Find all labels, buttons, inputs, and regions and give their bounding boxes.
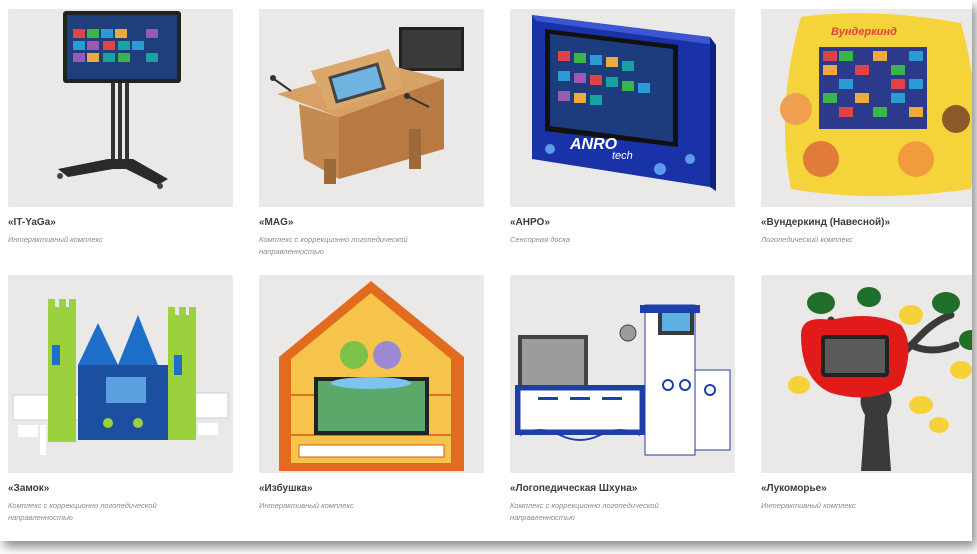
speech-desk-icon — [270, 27, 464, 184]
interactive-display-icon — [57, 11, 181, 189]
touch-board-icon: ANRO tech — [532, 15, 716, 191]
product-subtitle: Логопедический комплекс — [761, 235, 853, 244]
product-subtitle: Интерактивный комплекс — [259, 501, 354, 510]
product-image[interactable] — [510, 275, 735, 473]
product-catalog-grid: «IT-YaGa» Интерактивный комплекс «MAG» К… — [0, 0, 972, 541]
product-title[interactable]: «Избушка» — [259, 483, 484, 494]
product-title[interactable]: «АНРО» — [510, 217, 735, 228]
product-image[interactable] — [8, 9, 233, 207]
product-subtitle: Комплекс с коррекционно логопедической н… — [510, 501, 659, 522]
product-title[interactable]: «Логопедическая Шхуна» — [510, 483, 735, 494]
brand-logo-text: Вундеркинд — [831, 26, 897, 38]
product-image[interactable] — [259, 275, 484, 473]
svg-text:tech: tech — [612, 150, 633, 162]
product-title[interactable]: «Вундеркинд (Навесной)» — [761, 217, 972, 228]
wall-panel-icon: Вундеркинд — [780, 13, 972, 196]
product-title[interactable]: «Замок» — [8, 483, 233, 494]
castle-complex-icon — [12, 299, 229, 455]
product-image[interactable] — [761, 275, 972, 473]
product-subtitle: Интерактивный комплекс — [8, 235, 103, 244]
hut-complex-icon — [279, 281, 464, 471]
svg-text:ANRO: ANRO — [569, 136, 618, 153]
ship-complex-icon — [515, 304, 731, 456]
product-image[interactable]: Вундеркинд — [761, 9, 972, 207]
product-image[interactable] — [259, 9, 484, 207]
product-title[interactable]: «Лукоморье» — [761, 483, 972, 494]
product-image[interactable] — [8, 275, 233, 473]
tree-complex-icon — [788, 287, 972, 471]
product-subtitle: Комплекс с коррекционно логопедической н… — [8, 501, 157, 522]
product-subtitle: Интерактивный комплекс — [761, 501, 856, 510]
product-subtitle: Сенсорная доска — [510, 235, 570, 244]
product-image[interactable]: ANRO tech — [510, 9, 735, 207]
product-title[interactable]: «IT-YaGa» — [8, 217, 233, 228]
product-subtitle: Комплекс с коррекционно логопедической н… — [259, 235, 408, 256]
product-title[interactable]: «MAG» — [259, 217, 484, 228]
